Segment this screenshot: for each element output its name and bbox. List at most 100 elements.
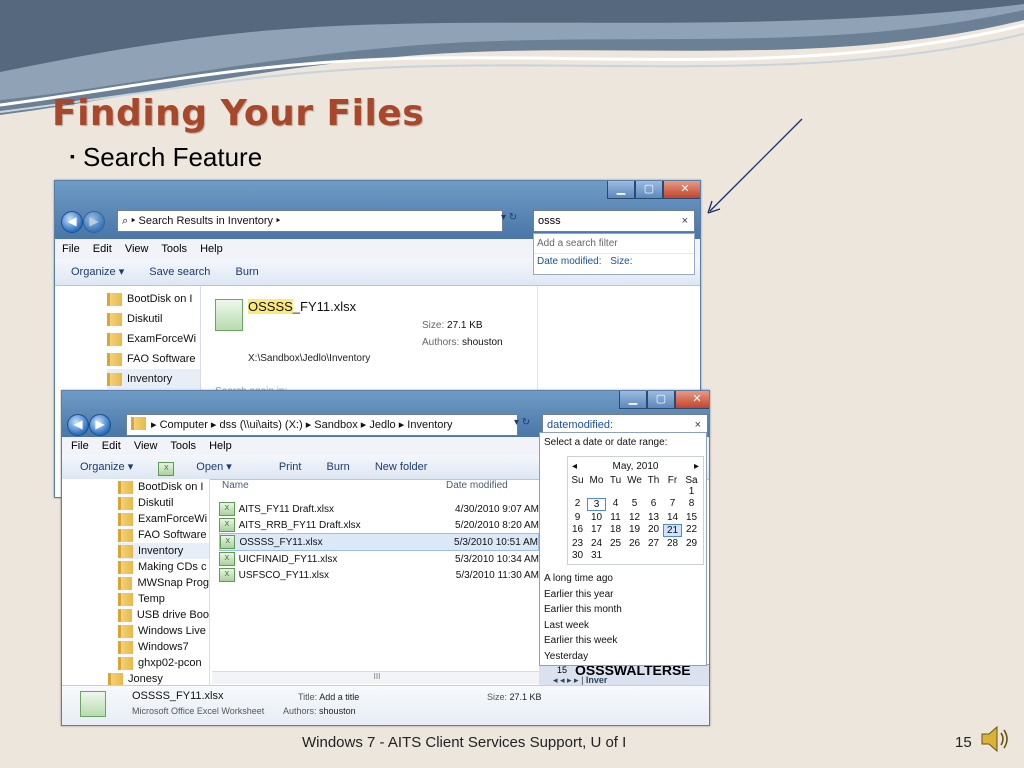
calendar-day[interactable]: 22 [682, 524, 701, 535]
tree-item[interactable]: MWSnap Prog [118, 575, 209, 591]
back-button[interactable]: ◀ [67, 414, 89, 436]
close-button[interactable]: ✕ [663, 181, 700, 199]
file-row[interactable]: X USFSCO_FY11.xlsx 5/3/2010 11:30 AM [219, 567, 539, 583]
calendar-day[interactable]: 8 [682, 498, 701, 509]
calendar-day[interactable]: 10 [587, 512, 606, 523]
calendar-day[interactable]: 29 [682, 538, 701, 549]
organize-button[interactable]: Organize ▾ [71, 266, 124, 278]
calendar-day[interactable]: 21 [663, 524, 682, 537]
menu-help[interactable]: Help [209, 440, 232, 452]
tree-item-bootdisk[interactable]: BootDisk on I [107, 289, 200, 309]
calendar-day[interactable]: 15 [682, 512, 701, 523]
date-range-option[interactable]: Earlier this week [544, 633, 702, 649]
tree-item[interactable]: Diskutil [118, 495, 209, 511]
file-row[interactable]: X UICFINAID_FY11.xlsx 5/3/2010 10:34 AM [219, 551, 539, 567]
calendar-day[interactable]: 31 [587, 550, 606, 561]
menu-tools[interactable]: Tools [170, 440, 196, 452]
calendar-day[interactable]: 23 [568, 538, 587, 549]
calendar-day[interactable]: 13 [644, 512, 663, 523]
tree-item[interactable]: BootDisk on I [118, 479, 209, 495]
filter-date-modified[interactable]: Date modified: [537, 256, 601, 267]
calendar-day[interactable]: 5 [625, 498, 644, 509]
filter-size[interactable]: Size: [610, 256, 632, 267]
address-segment-computer[interactable]: Computer [160, 419, 208, 431]
tree-item-inventory[interactable]: Inventory [107, 369, 200, 389]
menu-view[interactable]: View [134, 440, 158, 452]
print-button[interactable]: Print [279, 461, 302, 473]
calendar-day[interactable]: 24 [587, 538, 606, 549]
tree-item[interactable]: Windows Live [118, 623, 209, 639]
menu-edit[interactable]: Edit [102, 440, 121, 452]
file-row[interactable]: X AITS_FY11 Draft.xlsx 4/30/2010 9:07 AM [219, 501, 539, 517]
address-segment-drive[interactable]: dss (\\ui\aits) (X:) [220, 419, 303, 431]
menu-file[interactable]: File [62, 243, 80, 255]
tree-item[interactable]: Windows7 [118, 639, 209, 655]
calendar-day[interactable]: 28 [663, 538, 682, 549]
tree-item[interactable]: ExamForceWi [118, 511, 209, 527]
calendar-day[interactable]: 27 [644, 538, 663, 549]
calendar-day[interactable]: 3 [587, 498, 606, 511]
calendar-day[interactable]: 26 [625, 538, 644, 549]
address-segment-jedlo[interactable]: Jedlo [369, 419, 395, 431]
minimize-button[interactable]: ▁ [607, 181, 635, 199]
refresh-icon[interactable]: ▾ ↻ [501, 212, 517, 223]
address-bar[interactable]: ⌕ ▸ Search Results in Inventory ▸ [117, 210, 503, 232]
calendar-day[interactable]: 18 [606, 524, 625, 535]
date-range-option[interactable]: Yesterday [544, 649, 702, 665]
prev-month-button[interactable]: ◂ [572, 459, 577, 475]
calendar-day[interactable]: 30 [568, 550, 587, 561]
calendar-day[interactable]: 7 [663, 498, 682, 509]
details-title-value[interactable]: Add a title [319, 692, 359, 702]
date-range-option[interactable]: Earlier this month [544, 602, 702, 618]
calendar-day[interactable]: 17 [587, 524, 606, 535]
minimize-button[interactable]: ▁ [619, 391, 647, 409]
tree-item-examforce[interactable]: ExamForceWi [107, 329, 200, 349]
menu-help[interactable]: Help [200, 243, 223, 255]
column-header-name[interactable]: Name [222, 480, 249, 491]
refresh-icon[interactable]: ▾ ↻ [514, 417, 530, 428]
burn-button[interactable]: Burn [327, 461, 350, 473]
calendar-day[interactable]: 11 [606, 512, 625, 523]
menu-edit[interactable]: Edit [93, 243, 112, 255]
tree-item[interactable]: Jonesy [62, 671, 209, 685]
date-range-option[interactable]: Earlier this year [544, 587, 702, 603]
calendar-month[interactable]: May, 2010 [613, 459, 659, 475]
menu-view[interactable]: View [125, 243, 149, 255]
maximize-button[interactable]: ▢ [647, 391, 675, 409]
menu-tools[interactable]: Tools [161, 243, 187, 255]
calendar-day[interactable]: 25 [606, 538, 625, 549]
calendar-day[interactable]: 6 [644, 498, 663, 509]
next-month-button[interactable]: ▸ [694, 459, 699, 475]
address-segment[interactable]: Search Results in Inventory [139, 215, 274, 227]
new-folder-button[interactable]: New folder [375, 461, 428, 473]
calendar-day[interactable]: 4 [606, 498, 625, 509]
forward-button[interactable]: ▶ [83, 211, 105, 233]
calendar-day[interactable]: 19 [625, 524, 644, 535]
maximize-button[interactable]: ▢ [635, 181, 663, 199]
close-button[interactable]: ✕ [675, 391, 709, 409]
address-segment-inventory[interactable]: Inventory [407, 419, 452, 431]
tree-item[interactable]: Temp [118, 591, 209, 607]
search-clear-icon[interactable]: × [682, 211, 688, 231]
tree-item-fao-software[interactable]: FAO Software [107, 349, 200, 369]
calendar-day[interactable]: 16 [568, 524, 587, 535]
result-file-name[interactable]: OSSSS_FY11.xlsx [248, 299, 356, 314]
calendar-day[interactable]: 20 [644, 524, 663, 535]
calendar-day[interactable]: 12 [625, 512, 644, 523]
file-row[interactable]: X OSSSS_FY11.xlsx 5/3/2010 10:51 AM [219, 533, 539, 551]
address-segment-sandbox[interactable]: Sandbox [314, 419, 357, 431]
date-range-option[interactable]: Last week [544, 618, 702, 634]
file-row[interactable]: X AITS_RRB_FY11 Draft.xlsx 5/20/2010 8:20 … [219, 517, 539, 533]
calendar-day[interactable]: 9 [568, 512, 587, 523]
burn-button[interactable]: Burn [236, 266, 259, 278]
tree-item[interactable]: FAO Software [118, 527, 209, 543]
address-bar[interactable]: ▸ Computer ▸ dss (\\ui\aits) (X:) ▸ Sand… [126, 414, 518, 436]
calendar-day[interactable]: 2 [568, 498, 587, 509]
forward-button[interactable]: ▶ [89, 414, 111, 436]
tree-item-inventory[interactable]: Inventory [118, 543, 209, 559]
speaker-icon[interactable] [978, 722, 1012, 756]
tree-item[interactable]: USB drive Boo [118, 607, 209, 623]
date-range-option[interactable]: A long time ago [544, 571, 702, 587]
calendar-day[interactable]: 1 [682, 486, 701, 497]
tree-item[interactable]: ghxp02-pcon [118, 655, 209, 671]
